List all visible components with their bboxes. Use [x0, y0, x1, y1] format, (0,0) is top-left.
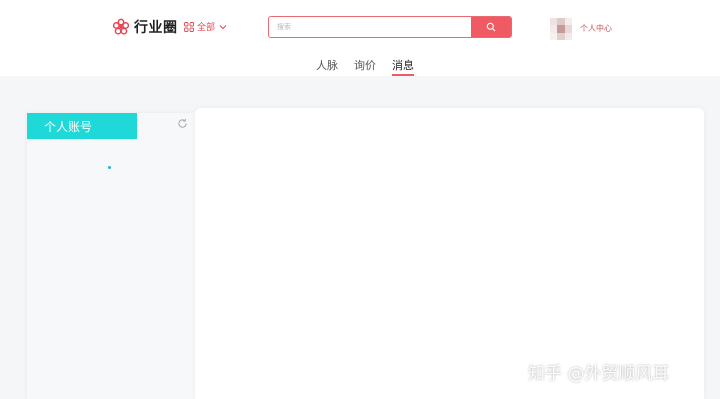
category-label: 全部 [197, 23, 216, 33]
user-center-link[interactable]: 个人中心 [580, 23, 612, 34]
account-sidebar: 个人账号 [27, 113, 195, 399]
logo-text: 行业圈 [134, 20, 178, 36]
personal-account-tab[interactable]: 个人账号 [27, 113, 137, 139]
nav-tabs: 人脉 询价 消息 [0, 57, 720, 77]
tab-contacts[interactable]: 人脉 [316, 57, 338, 73]
tab-inquiry[interactable]: 询价 [354, 57, 376, 73]
refresh-icon[interactable] [177, 118, 188, 129]
search-icon [486, 22, 496, 32]
tab-messages[interactable]: 消息 [392, 57, 414, 73]
loading-indicator [108, 166, 111, 169]
active-tab-indicator [392, 74, 414, 76]
search-button[interactable] [471, 17, 511, 37]
message-content-panel [195, 108, 704, 399]
search-bar [268, 16, 512, 38]
watermark: 知乎 @外贸顺风耳 [528, 364, 670, 384]
flower-icon [112, 18, 130, 35]
top-header: 行业圈 全部 个人中心 人脉 询价 消息 [0, 0, 720, 76]
category-dropdown[interactable]: 全部 [184, 20, 227, 33]
chevron-down-icon [219, 24, 227, 29]
avatar[interactable] [550, 18, 572, 40]
search-input[interactable] [269, 17, 471, 37]
grid-icon [184, 21, 194, 32]
logo[interactable]: 行业圈 [112, 17, 178, 37]
